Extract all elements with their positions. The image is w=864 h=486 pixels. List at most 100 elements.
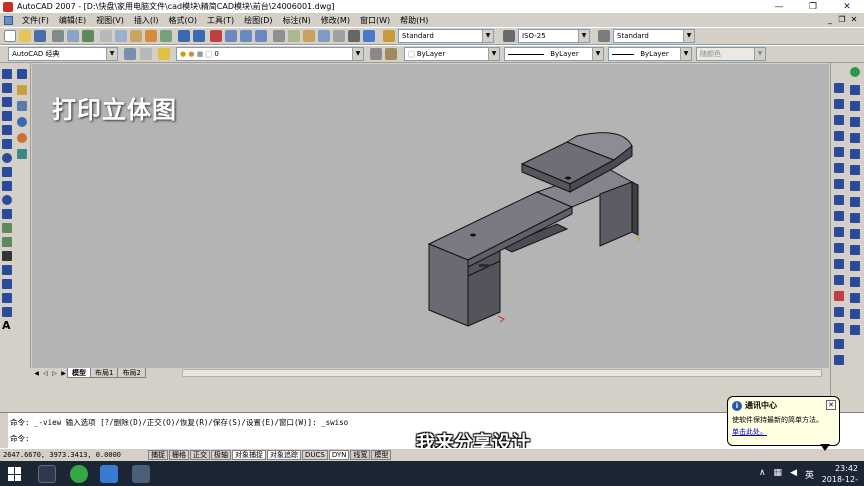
help-icon[interactable] [363,30,375,42]
match-properties-icon[interactable] [145,30,157,42]
sphere-icon[interactable] [17,117,27,127]
save-icon[interactable] [34,30,46,42]
ellipse-icon[interactable] [2,195,12,205]
polar-toggle[interactable]: 极轴 [211,449,231,460]
dim-radius-icon[interactable] [850,133,860,143]
publish-icon[interactable] [82,30,94,42]
tab-next-icon[interactable]: ▷ [50,369,59,378]
linetype-dropdown[interactable]: ByLayer ▼ [504,47,604,61]
balloon-link[interactable]: 单击此处。 [732,427,835,437]
tab-model[interactable]: 模型 [67,368,91,378]
spline-icon[interactable] [2,181,12,191]
text-style-dropdown[interactable]: Standard ▼ [398,29,494,43]
color-dropdown[interactable]: ■ ByLayer ▼ [404,47,500,61]
print-preview-icon[interactable] [67,30,79,42]
menu-file[interactable]: 文件(F) [17,15,54,26]
menu-edit[interactable]: 编辑(E) [54,15,91,26]
copy-object-icon[interactable] [834,99,844,109]
box-icon[interactable] [17,85,27,95]
calculator-icon[interactable] [348,30,360,42]
polygon-icon[interactable] [2,111,12,121]
tool-palettes-icon[interactable] [303,30,315,42]
ellipse-arc-icon[interactable] [2,209,12,219]
lineweight-toggle[interactable]: 线宽 [350,449,371,460]
drawing-area[interactable]: 打印立体图 [32,64,829,368]
menu-dimension[interactable]: 标注(N) [278,15,316,26]
print-icon[interactable] [52,30,64,42]
realistic-visual-style-icon[interactable] [17,149,27,159]
dim-continue-icon[interactable] [850,213,860,223]
quick-leader-icon[interactable] [850,229,860,239]
workspace-dropdown[interactable]: AutoCAD 经典 ▼ [8,47,118,61]
arc-icon[interactable] [2,139,12,149]
dimension-aligned-icon[interactable] [834,355,844,365]
save-workspace-icon[interactable] [140,48,152,60]
dim-baseline-icon[interactable] [850,197,860,207]
copy-icon[interactable] [115,30,127,42]
layer-manager-icon[interactable] [158,48,170,60]
markup-icon[interactable] [333,30,345,42]
ducs-toggle[interactable]: DUCS [302,449,328,460]
snap-toggle[interactable]: 捕捉 [148,449,168,460]
command-prompt[interactable]: 命令: [10,433,30,444]
dim-ordinate-icon[interactable] [850,117,860,127]
dim-arc-icon[interactable] [850,101,860,111]
undo-icon[interactable] [178,30,190,42]
table-style-dropdown[interactable]: Standard ▼ [613,29,695,43]
menu-insert[interactable]: 插入(I) [129,15,164,26]
grid-toggle[interactable]: 栅格 [169,449,189,460]
open-icon[interactable] [19,30,31,42]
cut-icon[interactable] [100,30,112,42]
design-center-icon[interactable] [288,30,300,42]
dim-diameter-icon[interactable] [850,149,860,159]
menu-window[interactable]: 窗口(W) [355,15,395,26]
horizontal-scrollbar[interactable] [182,369,822,377]
insert-block-icon[interactable] [2,223,12,233]
document-icon[interactable] [4,15,13,25]
point-icon[interactable] [2,251,12,261]
new-icon[interactable] [4,30,16,42]
windows-start-icon[interactable] [8,467,22,481]
rotate-icon[interactable] [834,179,844,189]
reception-desk-3d-model[interactable] [32,64,829,368]
model-space-toggle[interactable]: 模型 [371,449,392,460]
offset-icon[interactable] [834,131,844,141]
zoom-previous-icon[interactable] [255,30,267,42]
dimension-linear-icon[interactable] [834,339,844,349]
trim-icon[interactable] [834,227,844,237]
erase-icon[interactable] [834,83,844,93]
dyn-toggle[interactable]: DYN [328,449,350,460]
volume-icon[interactable]: ◀ [790,468,797,481]
line-icon[interactable] [2,69,12,79]
quick-dimension-icon[interactable] [850,181,860,191]
menu-format[interactable]: 格式(O) [163,15,202,26]
pan-icon[interactable] [210,30,222,42]
balloon-close-button[interactable]: ✕ [826,400,836,410]
dim-angular-icon[interactable] [850,165,860,175]
zoom-realtime-icon[interactable] [225,30,237,42]
text-icon[interactable] [17,69,27,79]
mirror-icon[interactable] [834,115,844,125]
break-icon[interactable] [834,259,844,269]
minimize-button[interactable]: — [762,0,796,13]
shaded-sphere-icon[interactable] [17,133,27,143]
taskbar-clock[interactable]: 23:42 2018-12-16 [812,463,858,486]
table-icon[interactable] [2,307,12,317]
zoom-window-icon[interactable] [240,30,252,42]
ortho-toggle[interactable]: 正交 [190,449,210,460]
dim-style-icon[interactable] [850,325,860,335]
revision-cloud-icon[interactable] [2,167,12,177]
menu-tools[interactable]: 工具(T) [202,15,239,26]
rectangle-icon[interactable] [2,125,12,135]
dim-text-edit-icon[interactable] [850,293,860,303]
lineweight-dropdown[interactable]: ByLayer ▼ [608,47,692,61]
array-icon[interactable] [834,147,844,157]
circle-icon[interactable] [2,153,12,163]
tab-layout1[interactable]: 布局1 [90,368,119,378]
coordinate-readout[interactable]: 2647.6670, 3973.3413, 0.0000 [0,451,148,459]
cloud-sync-icon[interactable] [850,67,860,77]
dimension-style-dropdown[interactable]: ISO-25 ▼ [518,29,590,43]
osnap-toggle[interactable]: 对象捕捉 [232,449,266,460]
video-recorder-icon[interactable] [132,465,150,483]
fillet-icon[interactable] [834,307,844,317]
